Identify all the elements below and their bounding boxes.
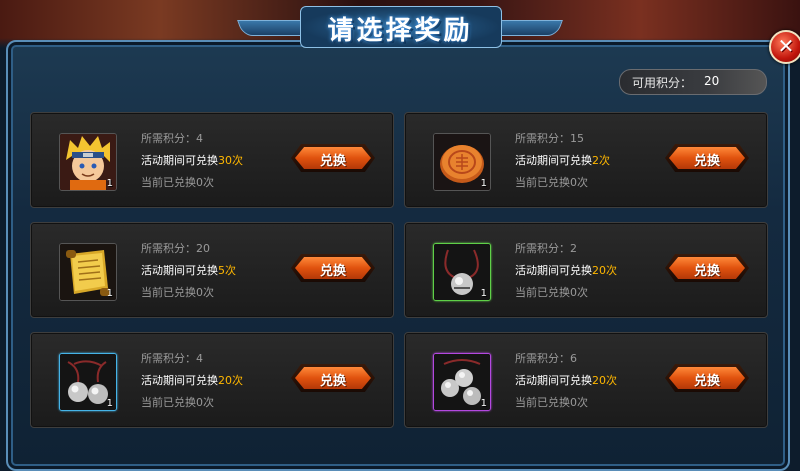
title-plate: 请选择奖励 [237, 6, 563, 48]
item-quantity: 1 [480, 398, 487, 409]
exchanged-count: 当前已兑换0次 [141, 396, 214, 409]
exchange-button-label: 兑换 [693, 154, 720, 169]
exchange-limit: 活动期间可兑换2次 [515, 154, 610, 167]
reward-card: 1 所需积分：20 活动期间可兑换5次 当前已兑换0次 兑换 [30, 222, 394, 318]
mooncake-icon[interactable]: 1 [433, 133, 491, 191]
points-required: 所需积分：20 [141, 242, 210, 255]
exchanged-count: 当前已兑换0次 [515, 176, 588, 189]
single-bell-icon[interactable]: 1 [433, 243, 491, 301]
points-required: 所需积分：4 [141, 132, 203, 145]
dialog-title: 请选择奖励 [327, 16, 473, 46]
available-points-box: 可用积分： 20 [619, 69, 767, 95]
points-label: 可用积分： [632, 76, 693, 90]
item-quantity: 1 [480, 178, 487, 189]
exchange-button[interactable]: 兑换 [291, 144, 375, 172]
naruto-portrait-icon[interactable]: 1 [59, 133, 117, 191]
exchange-button[interactable]: 兑换 [665, 364, 749, 392]
exchanged-count: 当前已兑换0次 [141, 286, 214, 299]
exchange-limit: 活动期间可兑换20次 [141, 374, 243, 387]
exchange-limit: 活动期间可兑换30次 [141, 154, 243, 167]
points-value: 20 [704, 74, 720, 88]
exchanged-count: 当前已兑换0次 [515, 286, 588, 299]
exchange-button-label: 兑换 [693, 374, 720, 389]
exchange-button[interactable]: 兑换 [291, 254, 375, 282]
exchange-button-label: 兑换 [693, 264, 720, 279]
close-button[interactable]: ✕ [769, 30, 800, 64]
exchange-button[interactable]: 兑换 [665, 144, 749, 172]
reward-card: 1 所需积分：15 活动期间可兑换2次 当前已兑换0次 兑换 [404, 112, 768, 208]
exchange-button-label: 兑换 [319, 154, 346, 169]
exchange-button[interactable]: 兑换 [665, 254, 749, 282]
exchanged-count: 当前已兑换0次 [515, 396, 588, 409]
close-x-icon: ✕ [777, 34, 795, 58]
reward-card: 1 所需积分：4 活动期间可兑换20次 当前已兑换0次 兑换 [30, 332, 394, 428]
item-quantity: 1 [106, 398, 113, 409]
triple-bell-icon[interactable]: 1 [433, 353, 491, 411]
reward-card: 1 所需积分：4 活动期间可兑换30次 当前已兑换0次 兑换 [30, 112, 394, 208]
reward-card: 1 所需积分：2 活动期间可兑换20次 当前已兑换0次 兑换 [404, 222, 768, 318]
points-required: 所需积分：15 [515, 132, 584, 145]
points-required: 所需积分：2 [515, 242, 577, 255]
item-quantity: 1 [480, 288, 487, 299]
exchange-button-label: 兑换 [319, 264, 346, 279]
double-bell-icon[interactable]: 1 [59, 353, 117, 411]
item-quantity: 1 [106, 288, 113, 299]
exchanged-count: 当前已兑换0次 [141, 176, 214, 189]
scroll-icon[interactable]: 1 [59, 243, 117, 301]
exchange-button[interactable]: 兑换 [291, 364, 375, 392]
exchange-limit: 活动期间可兑换20次 [515, 264, 617, 277]
exchange-limit: 活动期间可兑换20次 [515, 374, 617, 387]
exchange-button-label: 兑换 [319, 374, 346, 389]
points-required: 所需积分：6 [515, 352, 577, 365]
item-quantity: 1 [106, 178, 113, 189]
points-required: 所需积分：4 [141, 352, 203, 365]
reward-card: 1 所需积分：6 活动期间可兑换20次 当前已兑换0次 兑换 [404, 332, 768, 428]
exchange-limit: 活动期间可兑换5次 [141, 264, 236, 277]
